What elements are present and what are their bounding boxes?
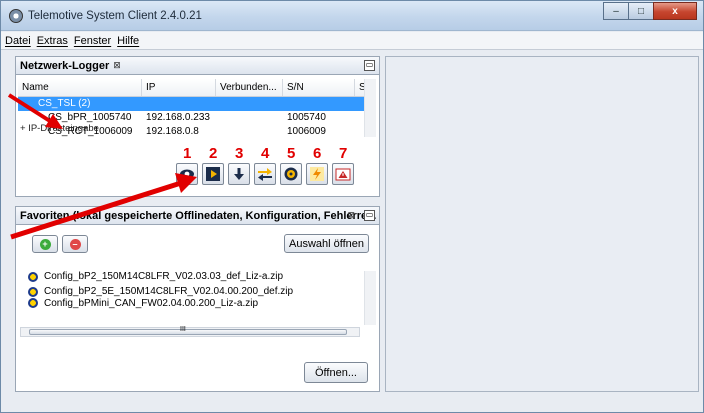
alert-button[interactable]: 7 [332,145,354,185]
scroll-grip: III [180,326,186,333]
annotation-number: 2 [209,145,218,162]
maximize-button[interactable]: □ [628,2,654,20]
row-ip: 192.168.0.233 [146,112,210,123]
annotation-number: 4 [261,145,270,162]
row-connected [216,97,283,111]
table-row[interactable]: CS_TSL (2) [18,97,376,111]
list-item[interactable]: Config_bPMini_CAN_FW02.04.00.200_Liz-a.z… [18,297,358,309]
title-bar: Telemotive System Client 2.4.0.21 – □ x [1,1,703,31]
minimize-panel-button[interactable]: ▭ [364,60,375,71]
annotation-number: 3 [235,145,244,162]
logger-table-header: Name IP Verbunden... S/N S [18,79,376,97]
open-selection-button[interactable]: Auswahl öffnen [284,234,369,253]
window-title: Telemotive System Client 2.4.0.21 [28,10,202,22]
open-button[interactable]: Öffnen... [304,362,368,383]
tab-close-icon[interactable]: ⊠ [347,210,355,221]
eye-icon [180,169,194,179]
play-button[interactable]: 2 [202,145,224,185]
favorites-horizontal-scrollbar[interactable]: III [20,326,360,337]
row-sn [283,97,355,111]
config-file-icon [28,271,38,282]
row-sn: 1005740 [287,112,326,123]
ip-direct-input-link[interactable]: + IP-Direkteingabe [20,123,99,134]
network-logger-panel: Netzwerk-Logger ⊠ ▭ Name IP Verbunden...… [15,56,380,197]
column-sn[interactable]: S/N [283,79,355,96]
file-name: Config_bP2_150M14C8LFR_V02.03.03_def_Liz… [44,271,284,282]
config-file-icon [28,286,38,297]
add-favorite-button[interactable]: + [32,235,58,253]
logger-toolbar: 1 2 3 4 5 6 7 [176,145,358,185]
tab-close-icon[interactable]: ⊠ [113,60,121,71]
play-icon [206,167,220,181]
menu-extras[interactable]: Extras [37,35,68,47]
left-column: Netzwerk-Logger ⊠ ▭ Name IP Verbunden...… [15,56,380,392]
transfer-arrows-icon [258,168,272,181]
column-name[interactable]: Name [18,79,142,96]
app-icon [9,9,23,23]
annotation-number: 7 [339,145,348,162]
menu-fenster[interactable]: Fenster [74,35,111,47]
favorites-header: Favoriten (lokal gespeicherte Offlinedat… [16,207,379,225]
network-logger-title: Netzwerk-Logger [20,59,110,72]
row-ip: 192.168.0.8 [146,126,199,137]
file-name: Config_bP2_5E_150M14C8LFR_V02.04.00.200_… [44,286,294,297]
settings-button[interactable]: 5 [280,145,302,185]
column-connected[interactable]: Verbunden... [216,79,283,96]
annotation-number: 1 [183,145,192,162]
column-ip[interactable]: IP [142,79,216,96]
network-logger-header: Netzwerk-Logger ⊠ ▭ [16,57,379,75]
favorites-title: Favoriten (lokal gespeicherte Offlinedat… [20,209,377,222]
favorites-buttons: + – [32,235,92,253]
config-file-icon [28,298,38,308]
favorites-panel: Favoriten (lokal gespeicherte Offlinedat… [15,206,380,392]
row-ip [142,97,216,111]
menu-datei[interactable]: Datei [5,35,31,47]
minus-icon: – [69,238,81,250]
remove-favorite-button[interactable]: – [62,235,88,253]
download-button[interactable]: 3 [228,145,250,185]
file-name: Config_bPMini_CAN_FW02.04.00.200_Liz-a.z… [44,297,259,309]
list-item[interactable]: Config_bP2_150M14C8LFR_V02.03.03_def_Liz… [18,269,358,284]
scroll-thumb[interactable]: III [29,326,347,335]
row-connected [216,111,283,125]
minimize-button[interactable]: – [603,2,629,20]
app-window: Telemotive System Client 2.4.0.21 – □ x … [0,0,704,413]
annotation-number: 6 [313,145,322,162]
annotation-number: 5 [287,145,296,162]
plus-icon: + [39,238,51,250]
favorites-file-list: Config_bP2_150M14C8LFR_V02.03.03_def_Liz… [18,269,358,329]
menu-bar: Datei Extras Fenster Hilfe [1,32,703,50]
row-connected [216,125,283,139]
warning-icon [335,168,351,181]
transfer-button[interactable]: 4 [254,145,276,185]
close-button[interactable]: x [653,2,697,20]
download-arrow-icon [234,168,244,180]
row-sn: 1006009 [287,126,326,137]
minimize-panel-button[interactable]: ▭ [364,210,375,221]
view-button[interactable]: 1 [176,145,198,185]
logger-vertical-scrollbar[interactable] [364,79,376,137]
editor-area [385,56,699,392]
favorites-vertical-scrollbar[interactable] [364,271,376,325]
gear-icon [284,167,298,181]
lightning-icon [310,167,324,181]
flash-button[interactable]: 6 [306,145,328,185]
menu-hilfe[interactable]: Hilfe [117,35,139,47]
row-name: CS_TSL (2) [38,98,91,109]
